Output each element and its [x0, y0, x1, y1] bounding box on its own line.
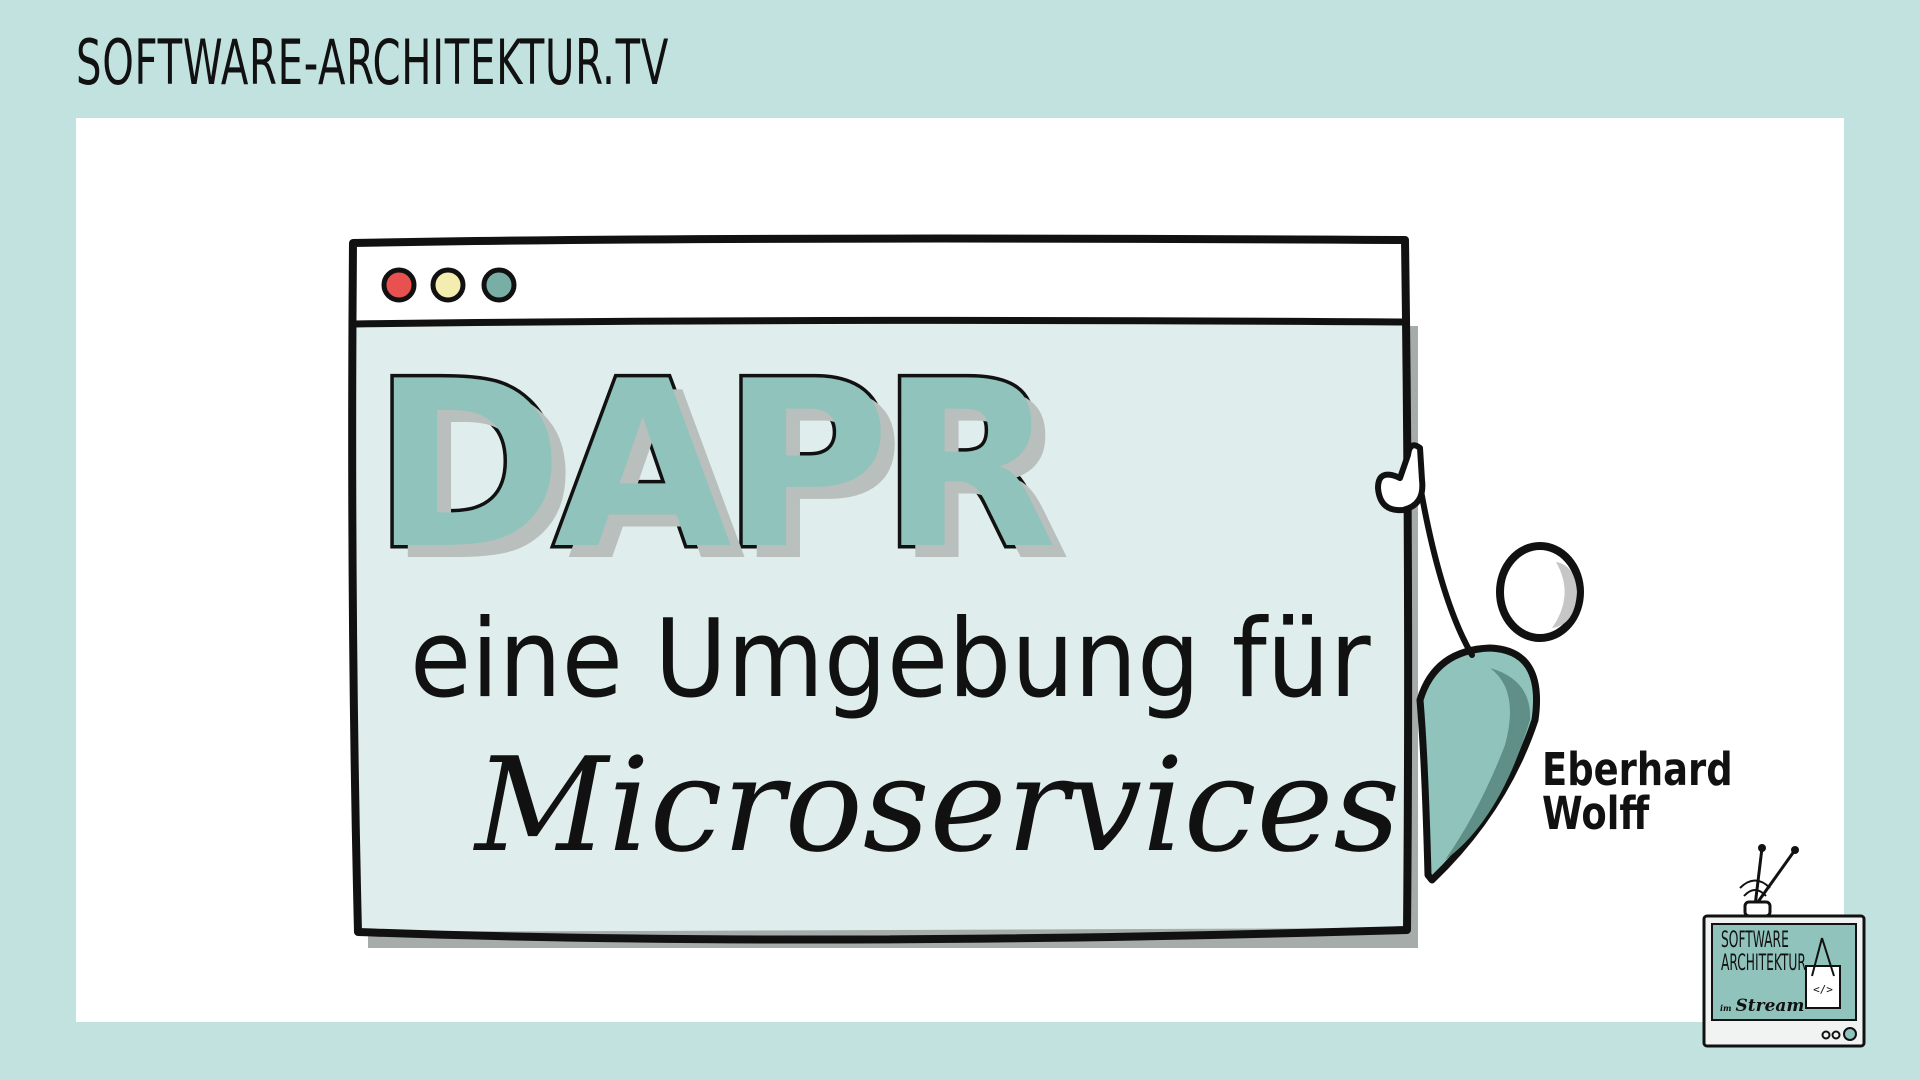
code-glyph: </> — [1813, 983, 1833, 996]
speaker-first-name: Eberhard — [1542, 743, 1733, 796]
tv-logo-stream: im Stream — [1720, 996, 1804, 1016]
tv-logo-text: SOFTWARE ARCHITEKTUR — [1721, 929, 1806, 975]
window-dot-red — [381, 267, 417, 303]
speaker-name: Eberhard Wolff — [1542, 743, 1733, 840]
tv-logo-line2: ARCHITEKTUR — [1721, 951, 1806, 976]
tv-logo-line1: SOFTWARE — [1721, 928, 1789, 953]
window-dot-yellow — [430, 267, 466, 303]
topic-title: Microservices — [475, 729, 1401, 881]
subtitle: eine Umgebung für — [410, 597, 1371, 722]
dapr-title: DAPR — [369, 333, 1061, 600]
tv-logo-stream-word: Stream — [1735, 996, 1805, 1016]
speaker-last-name: Wolff — [1542, 787, 1650, 840]
window-dot-teal — [481, 267, 517, 303]
tv-logo-prefix: im — [1720, 1003, 1732, 1013]
